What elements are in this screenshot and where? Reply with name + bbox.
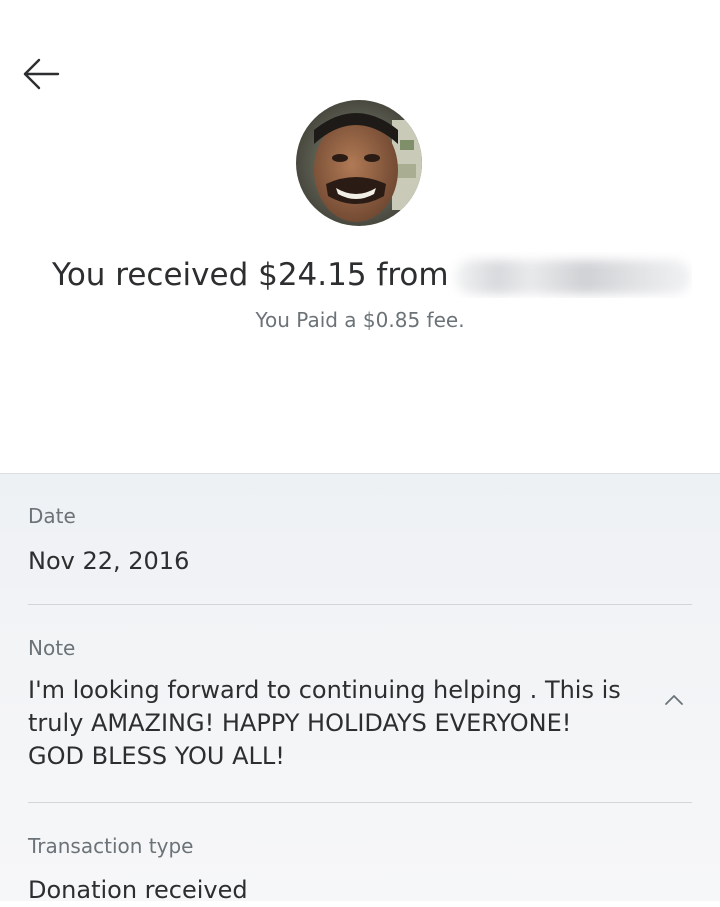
transaction-type-label: Transaction type bbox=[28, 834, 194, 858]
user-avatar bbox=[296, 100, 422, 226]
note-section: Note I'm looking forward to continuing h… bbox=[28, 635, 692, 773]
date-value: Nov 22, 2016 bbox=[28, 547, 190, 575]
transaction-type-value: Donation received bbox=[28, 876, 248, 904]
divider bbox=[28, 802, 692, 803]
date-label: Date bbox=[28, 504, 76, 528]
received-headline: You received $24.15 from bbox=[52, 252, 692, 298]
divider bbox=[28, 604, 692, 605]
note-label: Note bbox=[28, 636, 76, 660]
note-toggle-button[interactable] bbox=[662, 688, 686, 712]
fee-text: You Paid a $0.85 fee. bbox=[255, 308, 465, 332]
avatar bbox=[296, 100, 422, 226]
headline-text: You received $24.15 from bbox=[52, 257, 449, 293]
chevron-up-icon bbox=[665, 695, 683, 705]
arrow-left-icon bbox=[23, 58, 60, 90]
date-section: Date Nov 22, 2016 bbox=[28, 503, 692, 578]
transaction-type-section: Transaction type Donation received bbox=[28, 833, 692, 907]
back-button[interactable] bbox=[20, 54, 64, 94]
redacted-sender-name bbox=[454, 259, 691, 294]
note-value: I'm looking forward to continuing helpin… bbox=[28, 676, 621, 770]
transaction-summary: You received $24.15 from You Paid a $0.8… bbox=[0, 0, 720, 473]
